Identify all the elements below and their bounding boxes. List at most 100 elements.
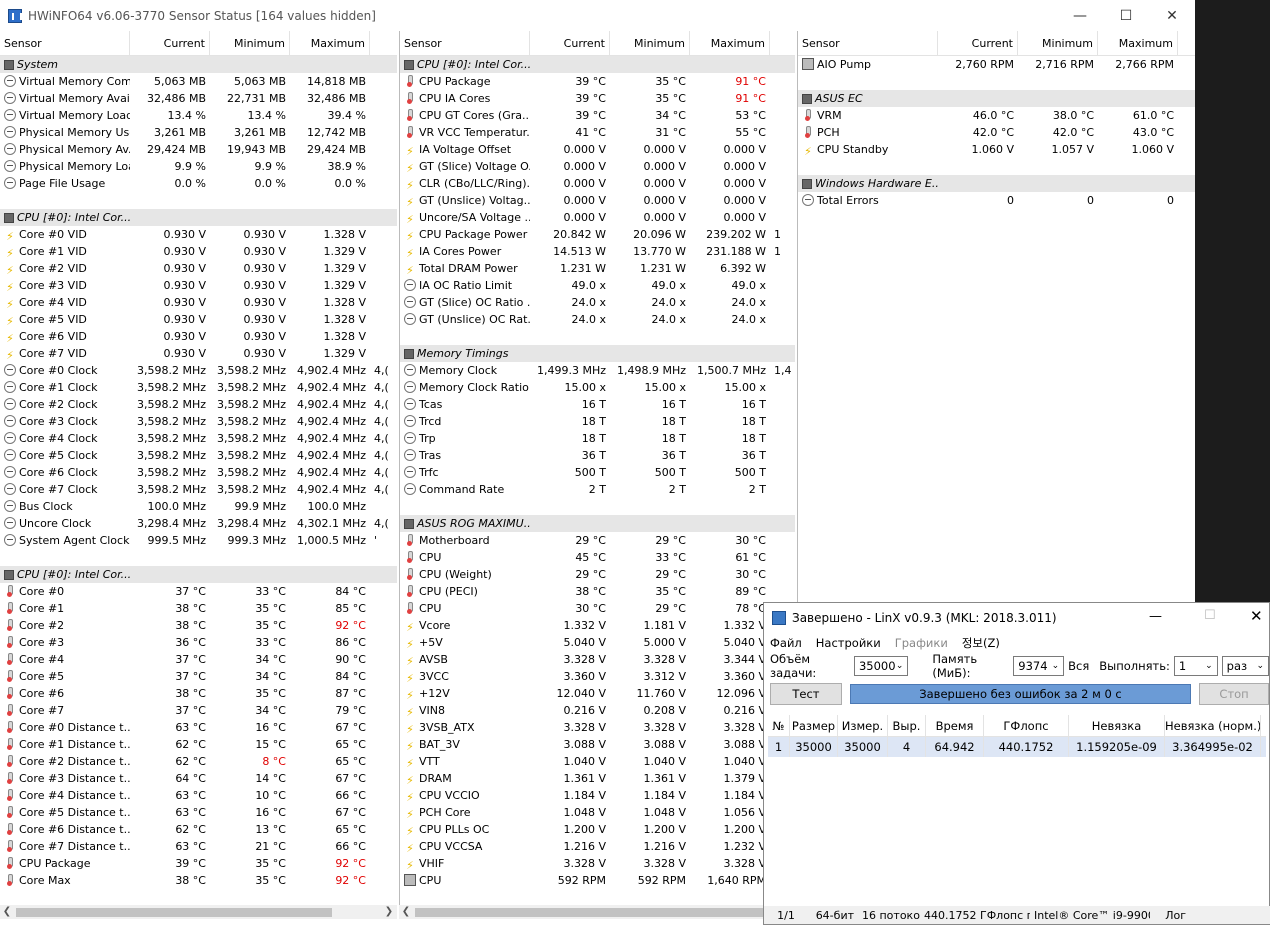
sensor-row[interactable]: ⚡ +5V 5.040 V 5.000 V 5.040 V <box>400 634 795 651</box>
sensor-row[interactable]: ⚡ CLR (CBo/LLC/Ring)... 0.000 V 0.000 V 0.00… <box>400 175 795 192</box>
sensor-row[interactable]: VR VCC Temperatur... 41 °C 31 °C 55 °C <box>400 124 795 141</box>
sensor-row[interactable]: ⚡ Core #4 VID 0.930 V 0.930 V 1.328 V <box>0 294 397 311</box>
sensor-row[interactable]: ⚡ 3VSB_ATX 3.328 V 3.328 V 3.328 V <box>400 719 795 736</box>
sensor-row[interactable]: ⚡ Uncore/SA Voltage ... 0.000 V 0.000 V 0.00… <box>400 209 795 226</box>
scroll-left-arrow-icon[interactable]: ❮ <box>0 905 14 919</box>
sensor-row[interactable]: Bus Clock 100.0 MHz 99.9 MHz 100.0 MHz <box>0 498 397 515</box>
sensor-group-row[interactable]: System <box>0 56 397 73</box>
sensor-row[interactable]: ⚡ +12V 12.040 V 11.760 V 12.096 V <box>400 685 795 702</box>
sensor-row[interactable]: ⚡ 3VCC 3.360 V 3.312 V 3.360 V <box>400 668 795 685</box>
sensor-row[interactable]: ⚡ DRAM 1.361 V 1.361 V 1.379 V <box>400 770 795 787</box>
sensor-row[interactable]: ⚡ AVSB 3.328 V 3.328 V 3.344 V <box>400 651 795 668</box>
sensor-row[interactable]: Memory Clock Ratio 15.00 x 15.00 x 15.00 x <box>400 379 795 396</box>
sensor-row[interactable]: Core #0 Distance t... 63 °C 16 °C 67 °C <box>0 719 397 736</box>
sensor-row[interactable]: System Agent Clock 999.5 MHz 999.3 MHz 1,00… <box>0 532 397 549</box>
header-sensor[interactable]: Sensor <box>798 31 938 55</box>
header-minimum[interactable]: Minimum <box>210 31 290 55</box>
results-table[interactable]: № Размер Измер. Выр. Время ГФлопс Невязка Невяз… <box>768 715 1266 757</box>
sensor-row[interactable]: GT (Slice) OC Ratio ... 24.0 x 24.0 x 24.0 … <box>400 294 795 311</box>
results-column-header[interactable]: Измер. <box>838 715 888 736</box>
sensor-row[interactable]: Tcas 16 T 16 T 16 T <box>400 396 795 413</box>
sensor-row[interactable]: GT (Unslice) OC Rat... 24.0 x 24.0 x 24.0 x <box>400 311 795 328</box>
sensor-group-row[interactable]: CPU [#0]: Intel Cor... <box>400 56 795 73</box>
close-button[interactable]: ✕ <box>1149 0 1195 31</box>
test-button[interactable]: Тест <box>770 683 842 705</box>
sensor-row[interactable]: CPU 30 °C 29 °C 78 °C <box>400 600 795 617</box>
horizontal-scrollbar-left[interactable]: ❮ ❯ <box>0 905 397 919</box>
sensor-row[interactable]: ⚡ Core #3 VID 0.930 V 0.930 V 1.329 V <box>0 277 397 294</box>
header-current[interactable]: Current <box>130 31 210 55</box>
sensor-row[interactable]: Core #3 36 °C 33 °C 86 °C <box>0 634 397 651</box>
sensor-row[interactable]: ⚡ GT (Slice) Voltage O... 0.000 V 0.000 V 0.… <box>400 158 795 175</box>
sensor-row[interactable]: Core #6 Distance t... 62 °C 13 °C 65 °C <box>0 821 397 838</box>
sensor-group-row[interactable]: ASUS ROG MAXIMU... <box>400 515 795 532</box>
sensor-row[interactable]: Virtual Memory Avai... 32,486 MB 22,731 MB… <box>0 90 397 107</box>
sensor-row[interactable]: CPU (Weight) 29 °C 29 °C 30 °C <box>400 566 795 583</box>
stop-button[interactable]: Стоп <box>1199 683 1269 705</box>
sensor-row[interactable]: Core #0 Clock 3,598.2 MHz 3,598.2 MHz 4,902… <box>0 362 397 379</box>
results-column-header[interactable]: Невязка (норм.) <box>1165 715 1261 736</box>
sensor-row[interactable]: Total Errors 0 0 0 <box>798 192 1195 209</box>
sensor-row[interactable]: Core #5 Clock 3,598.2 MHz 3,598.2 MHz 4,902… <box>0 447 397 464</box>
sensor-row[interactable]: Core #4 Clock 3,598.2 MHz 3,598.2 MHz 4,902… <box>0 430 397 447</box>
sensor-row[interactable]: AIO Pump 2,760 RPM 2,716 RPM 2,766 RPM <box>798 56 1195 73</box>
results-column-header[interactable]: Размер <box>790 715 838 736</box>
run-unit-combo[interactable]: раз ⌄ <box>1221 656 1269 676</box>
header-current[interactable]: Current <box>530 31 610 55</box>
sensor-row[interactable]: Virtual Memory Load 13.4 % 13.4 % 39.4 % <box>0 107 397 124</box>
sensor-row[interactable]: Core Max 38 °C 35 °C 92 °C <box>0 872 397 889</box>
scroll-right-arrow-icon[interactable]: ❯ <box>382 905 396 919</box>
sensor-row[interactable]: ⚡ Core #0 VID 0.930 V 0.930 V 1.328 V <box>0 226 397 243</box>
sensor-row[interactable]: ⚡ IA Voltage Offset 0.000 V 0.000 V 0.000 V <box>400 141 795 158</box>
sensor-row[interactable]: ⚡ VIN8 0.216 V 0.208 V 0.216 V <box>400 702 795 719</box>
sensor-row[interactable]: ⚡ CPU VCCSA 1.216 V 1.216 V 1.232 V <box>400 838 795 855</box>
sensor-row[interactable]: ⚡ CPU Standby 1.060 V 1.057 V 1.060 V <box>798 141 1195 158</box>
results-column-header[interactable]: № <box>768 715 790 736</box>
sensor-row[interactable]: ⚡ Core #7 VID 0.930 V 0.930 V 1.329 V <box>0 345 397 362</box>
sensor-row[interactable]: CPU Package 39 °C 35 °C 92 °C <box>0 855 397 872</box>
sensor-row[interactable]: Core #0 37 °C 33 °C 84 °C <box>0 583 397 600</box>
sensor-row[interactable]: Page File Usage 0.0 % 0.0 % 0.0 % <box>0 175 397 192</box>
results-column-header[interactable]: Невязка <box>1069 715 1165 736</box>
sensor-row[interactable]: IA OC Ratio Limit 49.0 x 49.0 x 49.0 x <box>400 277 795 294</box>
sensor-row[interactable]: ⚡ CPU VCCIO 1.184 V 1.184 V 1.184 V <box>400 787 795 804</box>
sensor-row[interactable]: ⚡ Core #5 VID 0.930 V 0.930 V 1.328 V <box>0 311 397 328</box>
sensor-row[interactable]: Core #6 Clock 3,598.2 MHz 3,598.2 MHz 4,902… <box>0 464 397 481</box>
header-sensor[interactable]: Sensor <box>0 31 130 55</box>
minimize-button[interactable]: — <box>1057 0 1103 31</box>
sensor-pane-left[interactable]: Sensor Current Minimum Maximum System Vir… <box>0 31 397 911</box>
header-current[interactable]: Current <box>938 31 1018 55</box>
sensor-group-row[interactable]: CPU [#0]: Intel Cor... <box>0 566 397 583</box>
sensor-row[interactable]: Core #4 37 °C 34 °C 90 °C <box>0 651 397 668</box>
results-column-header[interactable]: ГФлопс <box>984 715 1069 736</box>
sensor-row[interactable]: ⚡ VHIF 3.328 V 3.328 V 3.328 V <box>400 855 795 872</box>
sensor-row[interactable]: VRM 46.0 °C 38.0 °C 61.0 °C <box>798 107 1195 124</box>
sensor-row[interactable]: Trcd 18 T 18 T 18 T <box>400 413 795 430</box>
sensor-row[interactable]: ⚡ Core #6 VID 0.930 V 0.930 V 1.328 V <box>0 328 397 345</box>
sensor-row[interactable]: Command Rate 2 T 2 T 2 T <box>400 481 795 498</box>
sensor-row[interactable]: Core #2 Distance t... 62 °C 8 °C 65 °C <box>0 753 397 770</box>
sensor-row[interactable]: CPU IA Cores 39 °C 35 °C 91 °C <box>400 90 795 107</box>
menu-file[interactable]: Файл <box>770 636 802 650</box>
menu-settings[interactable]: Настройки <box>816 636 881 650</box>
sensor-row[interactable]: PCH 42.0 °C 42.0 °C 43.0 °C <box>798 124 1195 141</box>
sensor-group-row[interactable]: ASUS EC <box>798 90 1195 107</box>
sensor-row[interactable]: CPU (PECI) 38 °C 35 °C 89 °C <box>400 583 795 600</box>
sensor-row[interactable]: Tras 36 T 36 T 36 T <box>400 447 795 464</box>
sensor-row[interactable]: ⚡ Core #1 VID 0.930 V 0.930 V 1.329 V <box>0 243 397 260</box>
sensor-row[interactable]: Physical Memory Load 9.9 % 9.9 % 38.9 % <box>0 158 397 175</box>
sensor-row[interactable]: CPU Package 39 °C 35 °C 91 °C <box>400 73 795 90</box>
sensor-row[interactable]: Core #1 38 °C 35 °C 85 °C <box>0 600 397 617</box>
results-column-header[interactable]: Выр. <box>888 715 926 736</box>
scroll-left-arrow-icon[interactable]: ❮ <box>399 905 413 919</box>
sensor-row[interactable]: Core #3 Clock 3,598.2 MHz 3,598.2 MHz 4,902… <box>0 413 397 430</box>
sensor-row[interactable]: Physical Memory Used 3,261 MB 3,261 MB 12,7… <box>0 124 397 141</box>
sensor-group-row[interactable]: Windows Hardware E... <box>798 175 1195 192</box>
sensor-row[interactable]: ⚡ BAT_3V 3.088 V 3.088 V 3.088 V <box>400 736 795 753</box>
maximize-button[interactable]: ☐ <box>1103 0 1149 31</box>
menu-graphs[interactable]: Графики <box>895 636 948 650</box>
sensor-row[interactable]: CPU 592 RPM 592 RPM 1,640 RPM <box>400 872 795 889</box>
sensor-row[interactable]: Core #7 Distance t... 63 °C 21 °C 66 °C <box>0 838 397 855</box>
sensor-group-row[interactable]: Memory Timings <box>400 345 795 362</box>
sensor-row[interactable]: Virtual Memory Com... 5,063 MB 5,063 MB 14,… <box>0 73 397 90</box>
